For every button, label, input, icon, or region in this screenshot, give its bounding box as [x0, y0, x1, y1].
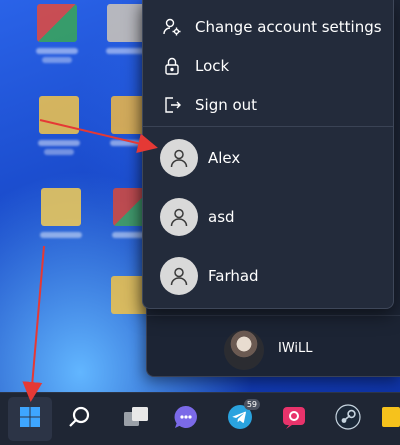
user-gear-icon [161, 16, 183, 38]
windows-start-icon [19, 406, 41, 432]
user-avatar-icon [160, 198, 198, 236]
switch-user-alex[interactable]: Alex [143, 129, 393, 187]
search-icon [68, 405, 92, 433]
sign-out-item[interactable]: Sign out [143, 86, 393, 124]
task-view-button[interactable] [114, 397, 158, 441]
chat-icon [173, 404, 199, 434]
sign-out-icon [161, 94, 183, 116]
chat-button[interactable] [164, 397, 208, 441]
change-account-settings-item[interactable]: Change account settings [143, 8, 393, 46]
app-yellow-icon [378, 404, 400, 434]
app-pink-icon [281, 404, 307, 434]
change-account-settings-label: Change account settings [195, 18, 382, 36]
lock-label: Lock [195, 57, 230, 75]
start-menu-user-bar[interactable]: IWiLL [147, 315, 400, 376]
lock-icon [161, 55, 183, 77]
switch-user-asd[interactable]: asd [143, 188, 393, 246]
search-button[interactable] [58, 397, 102, 441]
task-view-icon [123, 406, 149, 432]
user-name-asd: asd [208, 208, 235, 226]
menu-separator [143, 126, 393, 127]
lock-item[interactable]: Lock [143, 47, 393, 85]
yellow-app-button[interactable] [378, 397, 400, 441]
steam-button[interactable] [326, 397, 370, 441]
user-name-alex: Alex [208, 149, 241, 167]
sign-out-label: Sign out [195, 96, 258, 114]
start-button[interactable] [8, 397, 52, 441]
user-avatar-icon [160, 139, 198, 177]
steam-icon [335, 404, 361, 434]
desktop-icon[interactable] [34, 184, 88, 256]
user-name-farhad: Farhad [208, 267, 259, 285]
account-menu: Change account settings Lock Sign out Al… [142, 0, 394, 309]
current-user-name[interactable]: IWiLL [278, 341, 313, 356]
user-avatar-icon [160, 257, 198, 295]
telegram-unread-badge: 59 [243, 399, 260, 410]
telegram-button[interactable]: 59 [218, 397, 262, 441]
switch-user-farhad[interactable]: Farhad [143, 247, 393, 305]
current-user-avatar[interactable] [224, 330, 264, 370]
pink-app-button[interactable] [272, 397, 316, 441]
desktop-icon[interactable] [30, 0, 84, 72]
taskbar: 59 [0, 392, 400, 445]
desktop-icon[interactable] [32, 92, 86, 164]
